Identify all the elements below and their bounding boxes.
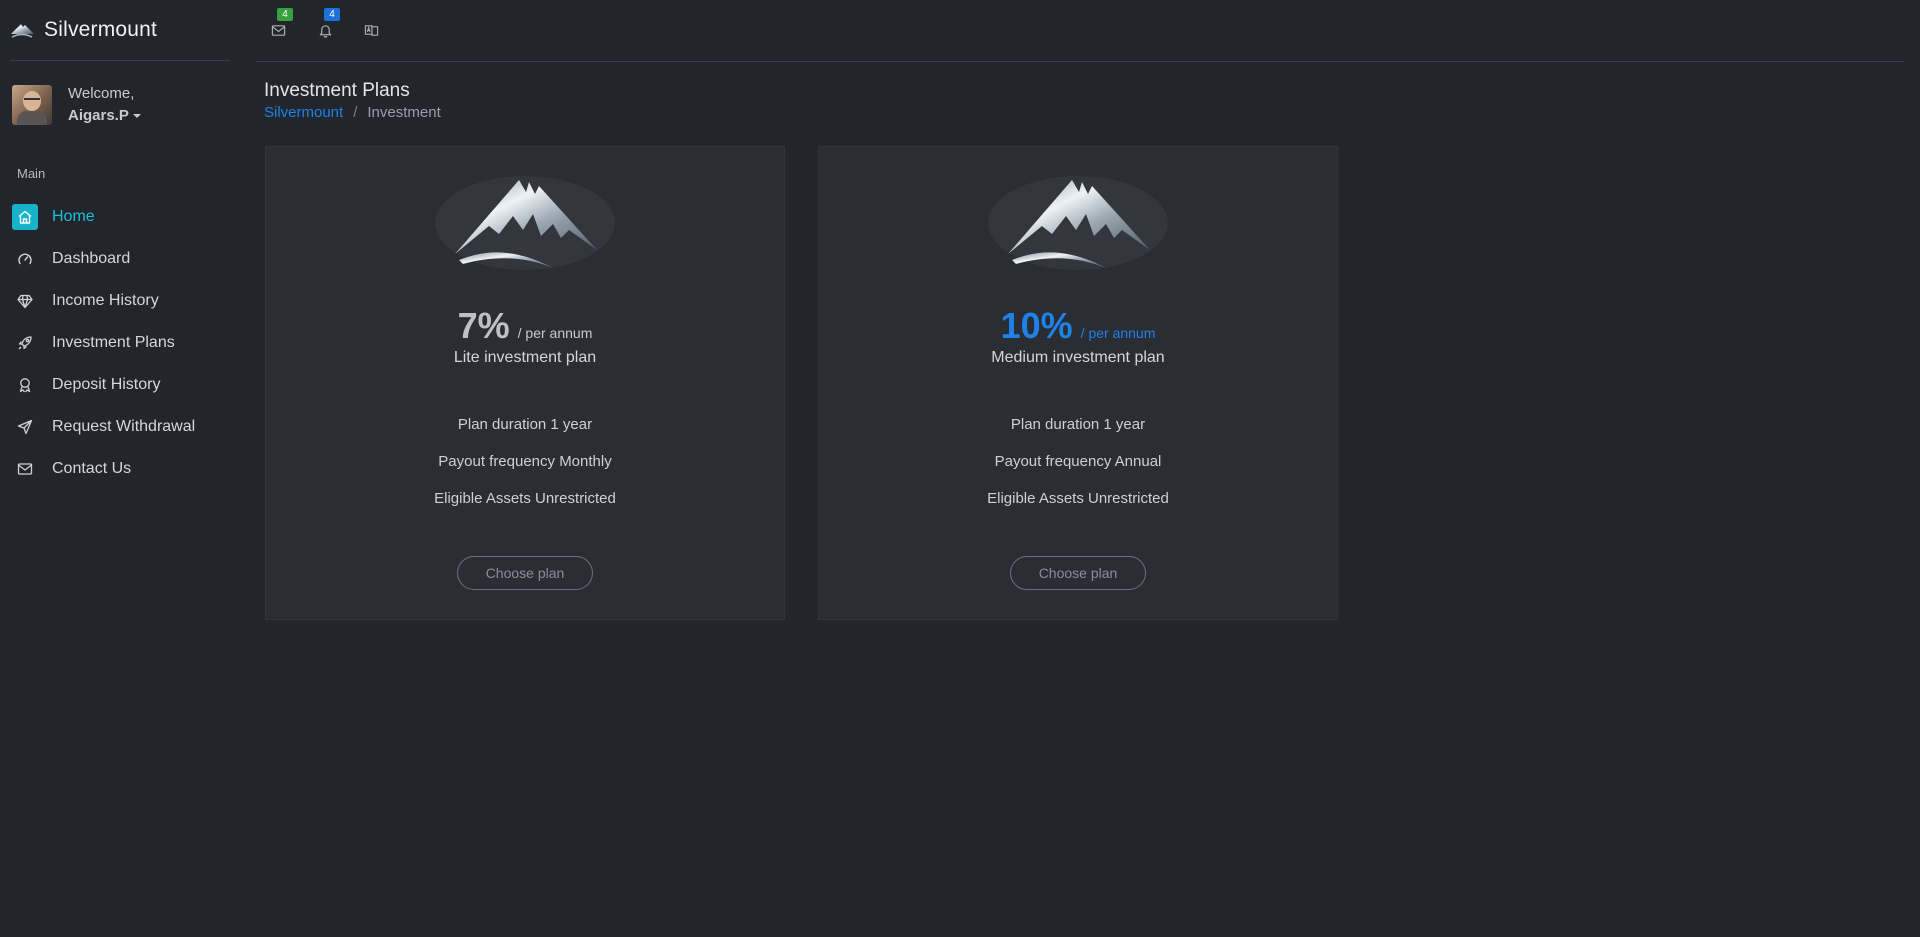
user-panel: Welcome, Aigars.P xyxy=(12,83,141,127)
sidebar: Silvermount Welcome, Aigars.P Main Home … xyxy=(0,0,240,937)
notifications-badge: 4 xyxy=(324,8,340,21)
plan-feature-payout: Payout frequency Annual xyxy=(994,453,1162,470)
gauge-icon xyxy=(12,246,38,272)
language-icon xyxy=(364,24,378,36)
plan-feature-assets: Eligible Assets Unrestricted xyxy=(987,490,1169,507)
plan-rate-value: 7% xyxy=(457,305,510,346)
notifications-button[interactable]: 4 xyxy=(315,8,340,40)
sidebar-nav: Home Dashboard Income History Investment… xyxy=(12,196,232,490)
breadcrumb-current: Investment xyxy=(367,104,441,121)
mountain-logo-icon xyxy=(1008,180,1150,268)
sidebar-item-label: Dashboard xyxy=(52,250,131,267)
choose-plan-button[interactable]: Choose plan xyxy=(457,556,593,590)
plan-feature-duration: Plan duration 1 year xyxy=(1010,416,1146,433)
sidebar-item-label: Investment Plans xyxy=(52,334,175,351)
brand[interactable]: Silvermount xyxy=(10,16,157,44)
mail-icon xyxy=(271,24,285,36)
sidebar-item-home[interactable]: Home xyxy=(12,196,232,238)
username: Aigars.P xyxy=(68,107,129,124)
plan-rate: 10% / per annum xyxy=(819,305,1337,347)
topbar: 4 4 xyxy=(256,0,1904,62)
plan-features: Plan duration 1 year Payout frequency An… xyxy=(819,415,1337,526)
sidebar-item-income-history[interactable]: Income History xyxy=(12,280,232,322)
mountain-logo-icon xyxy=(455,180,597,268)
plan-name: Medium investment plan xyxy=(991,349,1165,366)
plan-card-medium: 10% / per annum Medium investment plan P… xyxy=(818,146,1338,620)
sidebar-item-label: Home xyxy=(52,208,95,225)
messages-badge: 4 xyxy=(277,8,293,21)
mountain-logo-icon xyxy=(11,24,34,38)
plan-feature-assets: Eligible Assets Unrestricted xyxy=(434,490,616,507)
sidebar-item-investment-plans[interactable]: Investment Plans xyxy=(12,322,232,364)
sidebar-item-label: Income History xyxy=(52,292,159,309)
sidebar-item-contact-us[interactable]: Contact Us xyxy=(12,448,232,490)
breadcrumb-root-link[interactable]: Silvermount xyxy=(264,104,343,121)
language-button[interactable] xyxy=(361,20,381,40)
brand-name: Silvermount xyxy=(44,18,158,41)
plan-rate-value: 10% xyxy=(1000,305,1073,346)
award-icon xyxy=(12,372,38,398)
page-title: Investment Plans xyxy=(264,80,410,101)
home-icon xyxy=(12,204,38,230)
rocket-icon xyxy=(12,330,38,356)
plan-feature-duration: Plan duration 1 year xyxy=(457,416,593,433)
send-icon xyxy=(12,414,38,440)
plan-logo xyxy=(435,176,615,270)
breadcrumb-separator: / xyxy=(353,104,358,121)
plan-rate-unit: / per annum xyxy=(517,325,593,341)
sidebar-item-label: Contact Us xyxy=(52,460,132,477)
sidebar-item-request-withdrawal[interactable]: Request Withdrawal xyxy=(12,406,232,448)
mail-icon xyxy=(12,456,38,482)
plan-rate: 7% / per annum xyxy=(266,305,784,347)
choose-plan-button[interactable]: Choose plan xyxy=(1010,556,1146,590)
diamond-icon xyxy=(12,288,38,314)
plan-card-lite: 7% / per annum Lite investment plan Plan… xyxy=(265,146,785,620)
messages-button[interactable]: 4 xyxy=(268,8,293,40)
nav-section-label: Main xyxy=(17,166,46,181)
breadcrumb: Silvermount / Investment xyxy=(264,104,441,121)
welcome-text: Welcome, xyxy=(68,85,135,102)
sidebar-item-label: Deposit History xyxy=(52,376,161,393)
plan-feature-payout: Payout frequency Monthly xyxy=(438,453,612,470)
avatar[interactable] xyxy=(12,85,52,125)
plan-rate-unit: / per annum xyxy=(1080,325,1156,341)
sidebar-item-dashboard[interactable]: Dashboard xyxy=(12,238,232,280)
user-menu-toggle[interactable]: Aigars.P xyxy=(68,105,141,127)
caret-down-icon xyxy=(132,114,141,118)
plan-logo xyxy=(988,176,1168,270)
sidebar-divider xyxy=(10,60,230,61)
sidebar-item-deposit-history[interactable]: Deposit History xyxy=(12,364,232,406)
plan-name: Lite investment plan xyxy=(453,349,597,366)
plan-features: Plan duration 1 year Payout frequency Mo… xyxy=(266,415,784,526)
bell-icon xyxy=(319,24,331,38)
sidebar-item-label: Request Withdrawal xyxy=(52,418,196,435)
